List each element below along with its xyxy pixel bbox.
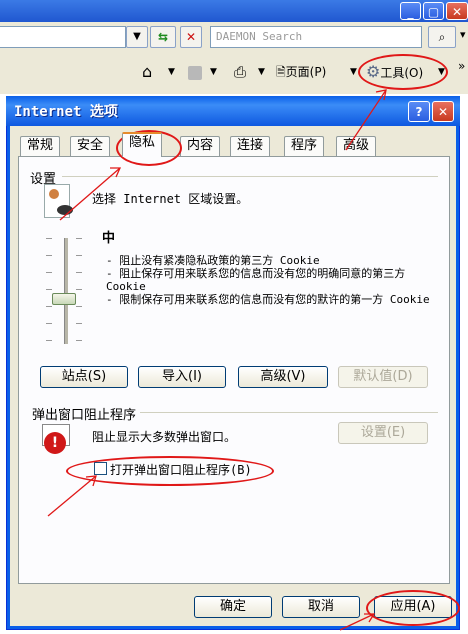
arrow-to-apply <box>339 613 375 631</box>
annotation-arrows <box>47 89 387 631</box>
arrow-to-checkbox <box>47 475 97 517</box>
arrow-to-privacy-tab <box>59 167 121 221</box>
arrow-to-tools <box>345 89 387 151</box>
tab-privacy[interactable]: 隐私 <box>122 132 163 157</box>
